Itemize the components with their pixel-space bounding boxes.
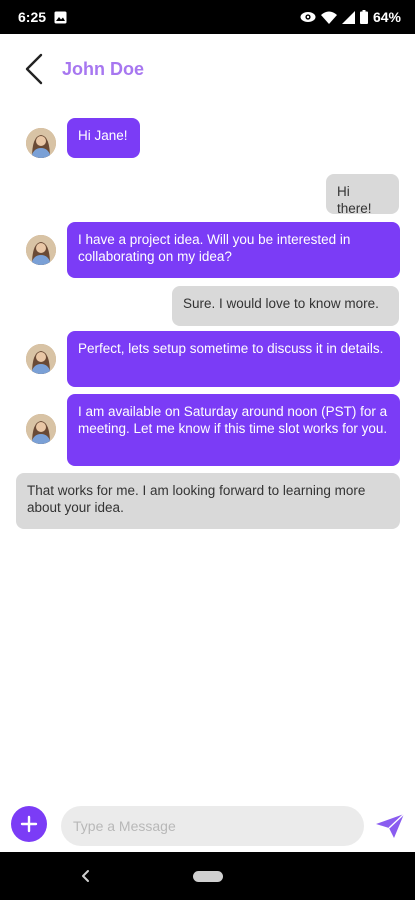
- battery-icon: [359, 10, 368, 24]
- message-bubble-outgoing: Hi there!: [326, 174, 399, 216]
- message-bubble-incoming: I am available on Saturday around noon (…: [67, 394, 400, 466]
- avatar: [26, 414, 56, 444]
- nav-home-button[interactable]: [193, 871, 223, 882]
- avatar: [26, 235, 56, 265]
- status-time: 6:25: [18, 9, 47, 25]
- avatar: [26, 128, 56, 158]
- send-icon: [376, 813, 405, 838]
- message-input[interactable]: [61, 806, 364, 846]
- battery-percent: 64%: [372, 9, 401, 25]
- image-icon: [54, 11, 67, 24]
- chat-header: John Doe: [0, 34, 415, 104]
- plus-icon: [20, 815, 38, 833]
- chat-screen: 6:25 64% John Doe Hi Jane! Hi there! I h…: [0, 0, 415, 900]
- message-bubble-incoming: I have a project idea. Will you be inter…: [67, 222, 400, 278]
- add-attachment-button[interactable]: [11, 806, 47, 842]
- wifi-icon: [320, 11, 337, 24]
- message-bubble-incoming: Hi Jane!: [67, 118, 140, 158]
- send-button[interactable]: [374, 812, 406, 840]
- signal-icon: [341, 10, 355, 24]
- message-bubble-outgoing: That works for me. I am looking forward …: [16, 473, 400, 529]
- chevron-left-icon: [25, 53, 43, 85]
- message-bubble-incoming: Perfect, lets setup sometime to discuss …: [67, 331, 400, 387]
- system-nav-bar: [0, 852, 415, 900]
- eye-icon: [300, 11, 316, 23]
- contact-name: John Doe: [62, 58, 145, 79]
- back-button[interactable]: [24, 51, 52, 87]
- nav-back-icon[interactable]: [78, 868, 94, 884]
- avatar: [26, 344, 56, 374]
- message-composer: [0, 800, 415, 852]
- status-bar: 6:25 64%: [0, 0, 415, 34]
- message-bubble-outgoing: Sure. I would love to know more.: [172, 286, 399, 326]
